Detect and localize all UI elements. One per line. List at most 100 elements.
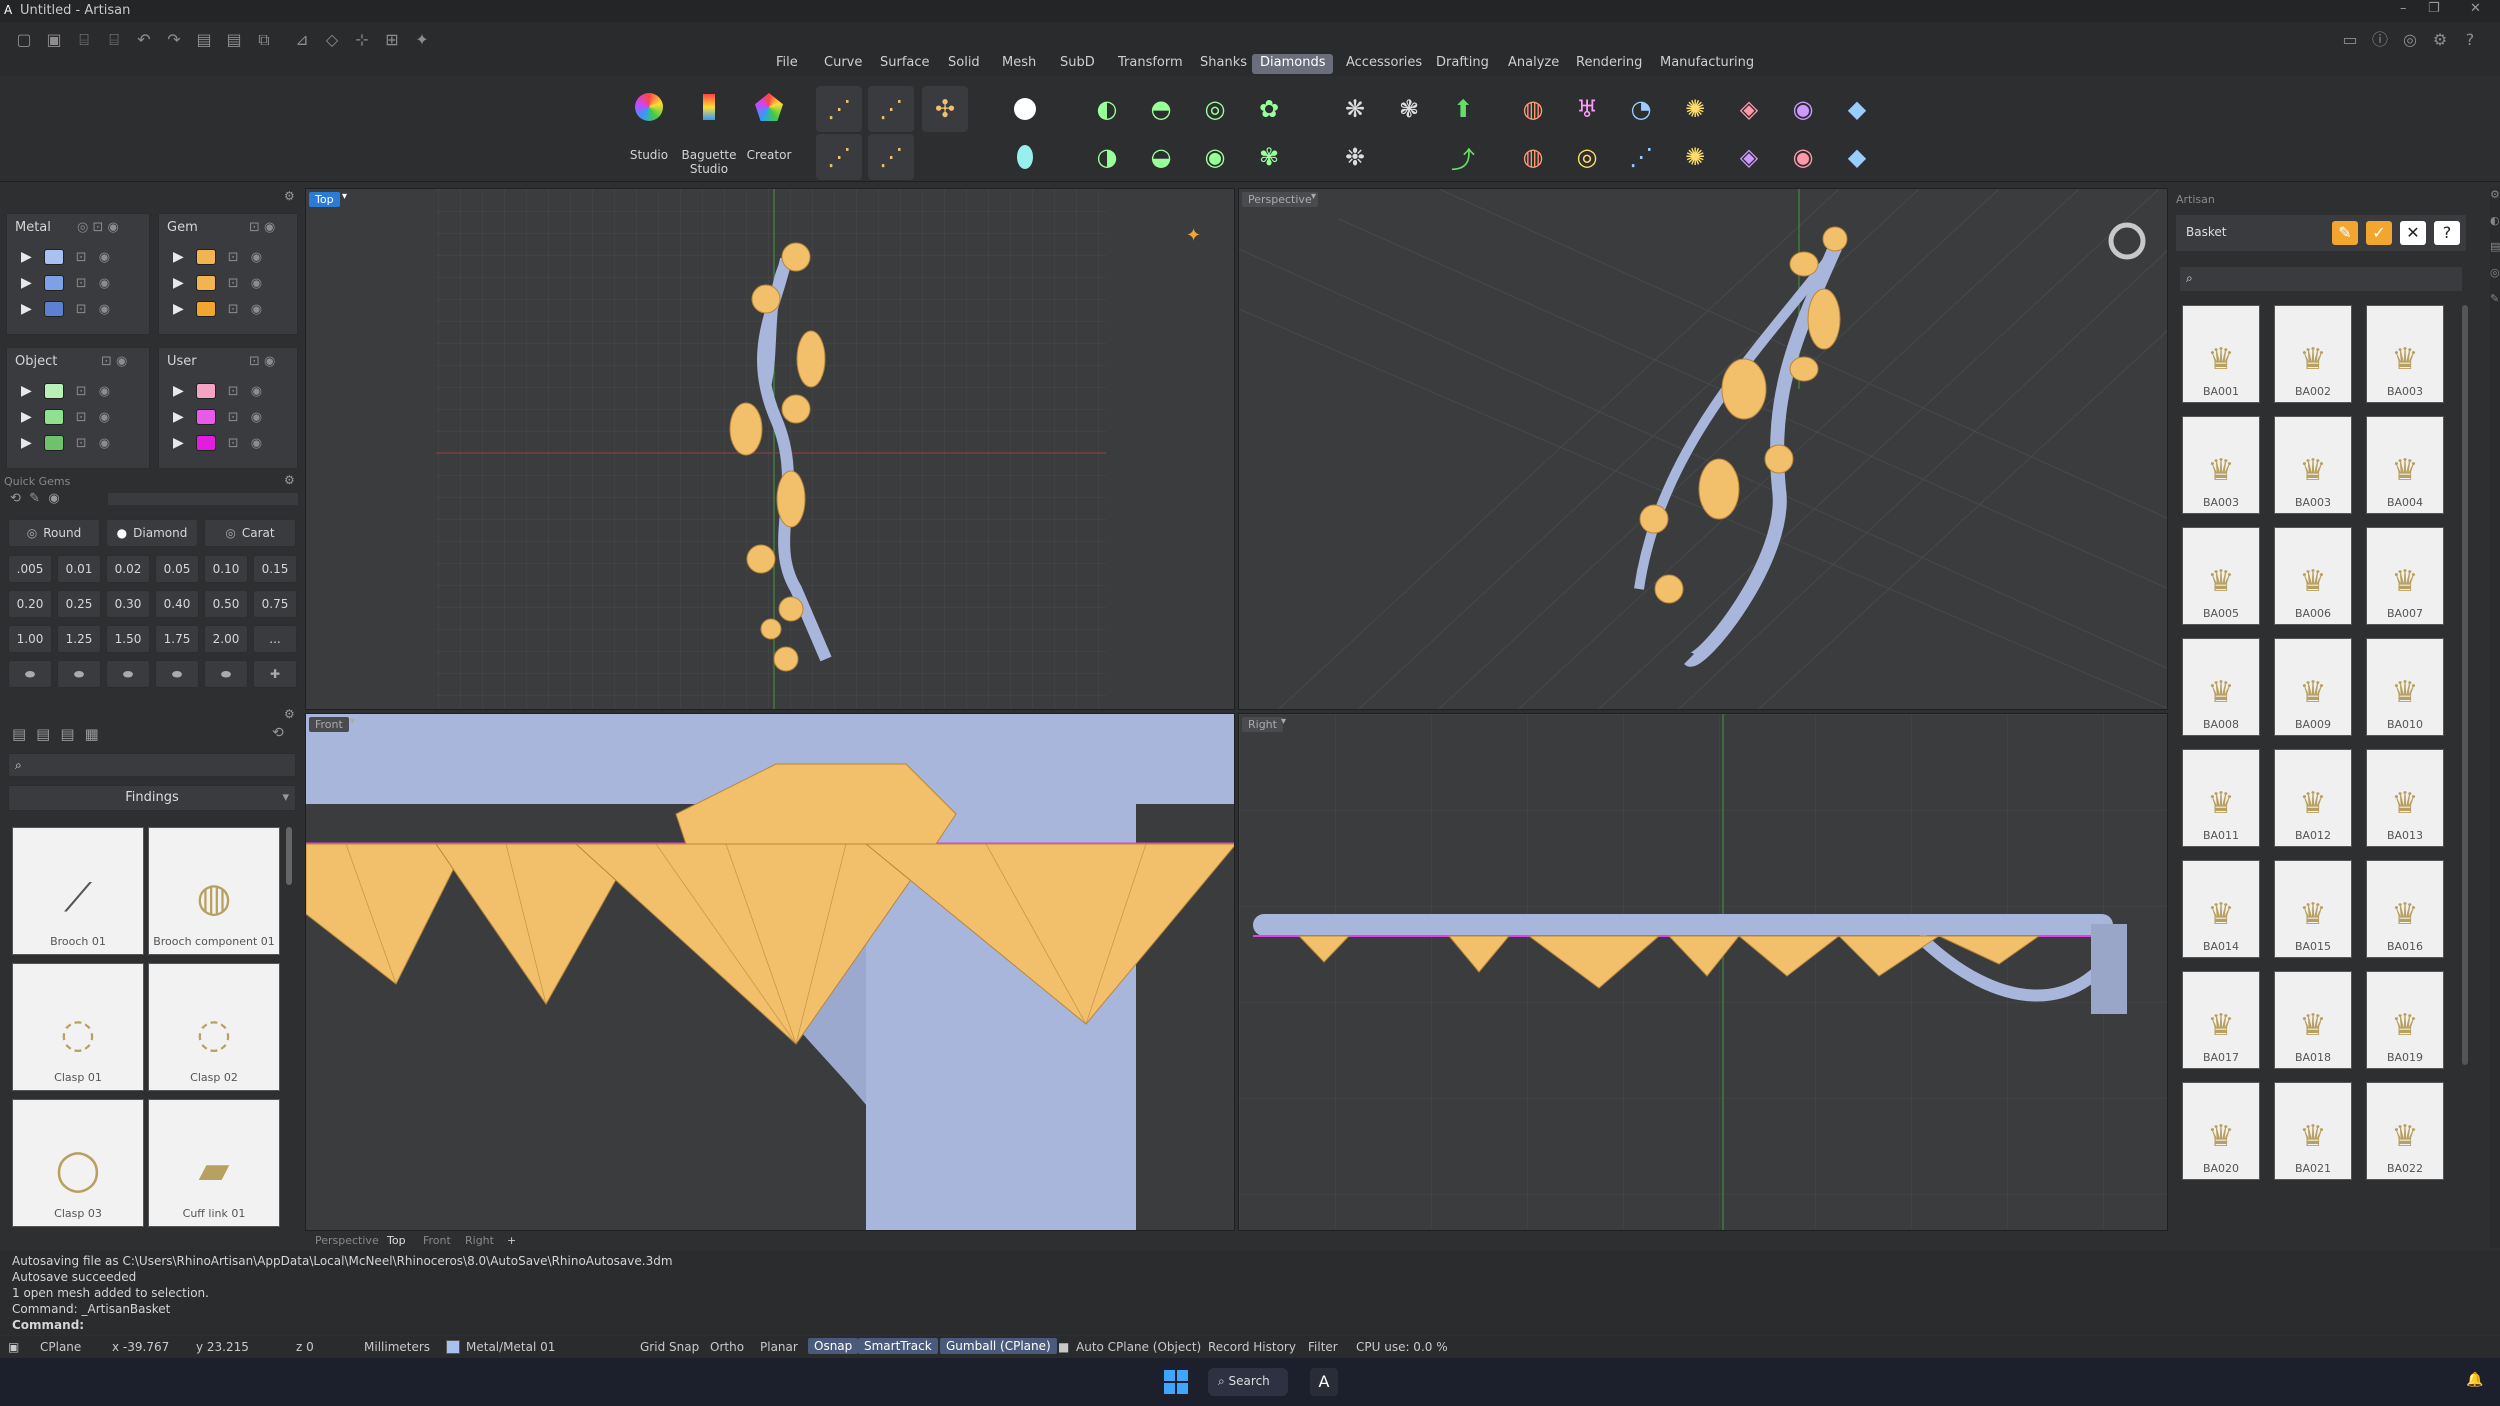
basket-scrollbar[interactable] xyxy=(2462,305,2468,1065)
lock-icon[interactable]: ⊡ xyxy=(228,384,239,399)
close-basket-icon[interactable]: ✕ xyxy=(2400,221,2426,245)
carat-025[interactable]: 0.25 xyxy=(57,590,101,618)
user-layer-row[interactable]: ▶ ⊡ ◉ xyxy=(159,404,299,430)
perspective-viewport-menu-icon[interactable]: ▾ xyxy=(1311,191,1316,202)
artisan-taskbar-icon[interactable]: A xyxy=(1310,1368,1338,1396)
snap-icon[interactable]: ⊹ xyxy=(352,30,372,50)
expand-icon[interactable]: ▶ xyxy=(21,383,32,399)
visible-icon[interactable]: ◉ xyxy=(99,302,110,317)
basket-item[interactable]: ♛ BA010 xyxy=(2366,638,2444,736)
diamond-button[interactable]: ● Diamond xyxy=(106,519,198,547)
library-search-input[interactable]: ⌕ xyxy=(8,753,296,777)
gem-report-icon[interactable]: ◆ xyxy=(1834,86,1880,132)
round-button[interactable]: ◎ Round xyxy=(8,519,100,547)
new-template-icon[interactable]: ▣ xyxy=(44,30,64,50)
minimize-icon[interactable]: – xyxy=(2400,1,2407,16)
ortho-toggle[interactable]: Ortho xyxy=(710,1340,744,1354)
finding-tile[interactable]: ◍ Brooch component 01 xyxy=(148,827,280,955)
basket-item[interactable]: ♛ BA002 xyxy=(2274,305,2352,403)
user-layer-row[interactable]: ▶ ⊡ ◉ xyxy=(159,378,299,404)
layer-color-swatch[interactable] xyxy=(446,1340,460,1354)
micro-pave-icon[interactable]: ❉ xyxy=(1332,134,1378,180)
basket-item[interactable]: ♛ BA018 xyxy=(2274,971,2352,1069)
finding-tile[interactable]: ▰ Cuff link 01 xyxy=(148,1099,280,1227)
basket-item[interactable]: ♛ BA006 xyxy=(2274,527,2352,625)
gem-layer-row[interactable]: ▶ ⊡ ◉ xyxy=(159,296,299,322)
gem-between-icon[interactable]: ⋰ xyxy=(868,86,914,132)
gumball-toggle[interactable]: Gumball (CPlane) xyxy=(940,1338,1057,1354)
library-tool-icons[interactable]: ▤▤▤▦ xyxy=(12,725,109,743)
visible-icon[interactable]: ◉ xyxy=(251,250,262,265)
help-icon[interactable]: ? xyxy=(2460,30,2480,50)
taskbar-search-button[interactable]: ⌕ Search xyxy=(1208,1368,1288,1396)
lock-icon[interactable]: ⊡ xyxy=(76,302,87,317)
perspective-viewport[interactable]: Perspective ▾ xyxy=(1238,188,2168,710)
basket-item[interactable]: ♛ BA003 xyxy=(2182,416,2260,514)
lock-icon[interactable]: ⊡ xyxy=(76,410,87,425)
tab-curve[interactable]: Curve xyxy=(816,54,870,74)
basket-item[interactable]: ♛ BA019 xyxy=(2366,971,2444,1069)
gem-search-icon[interactable]: ◔ xyxy=(1618,86,1664,132)
carat-200[interactable]: 2.00 xyxy=(204,625,248,653)
user-visibility-icon[interactable]: ⊡ ◉ xyxy=(249,354,275,369)
gem-shape-icon[interactable]: ⬬ xyxy=(155,660,199,688)
tab-transform[interactable]: Transform xyxy=(1110,54,1191,74)
metal-layer-row[interactable]: ▶ ⊡ ◉ xyxy=(7,296,151,322)
gem-swatch[interactable] xyxy=(195,275,216,291)
basket-item[interactable]: ♛ BA017 xyxy=(2182,971,2260,1069)
prong-icon[interactable]: ✿ xyxy=(1246,86,1292,132)
gem-swatch[interactable] xyxy=(195,249,216,265)
basket-item[interactable]: ♛ BA007 xyxy=(2366,527,2444,625)
lock-icon[interactable]: ⊡ xyxy=(228,410,239,425)
info-icon[interactable]: ⓘ xyxy=(2370,30,2390,50)
basket-item[interactable]: ♛ BA011 xyxy=(2182,749,2260,847)
finding-tile[interactable]: ◯ Clasp 03 xyxy=(12,1099,144,1227)
right-viewport-label[interactable]: Right xyxy=(1242,717,1283,732)
oval-gem-icon[interactable] xyxy=(1002,134,1048,180)
basket-item[interactable]: ♛ BA001 xyxy=(2182,305,2260,403)
top-viewport-label[interactable]: Top xyxy=(309,192,340,207)
cluster-icon[interactable]: ❃ xyxy=(1386,86,1432,132)
carat-075[interactable]: 0.75 xyxy=(253,590,297,618)
carat-more[interactable]: ... xyxy=(253,625,297,653)
visible-icon[interactable]: ◉ xyxy=(99,436,110,451)
front-viewport-label[interactable]: Front xyxy=(309,717,349,732)
channel-icon[interactable]: ◑ xyxy=(1084,134,1130,180)
object-swatch[interactable] xyxy=(43,409,64,425)
gem-visibility-icon[interactable]: ⊡ ◉ xyxy=(249,220,275,235)
tab-rendering[interactable]: Rendering xyxy=(1568,54,1650,74)
gem-weight-icon[interactable]: ♅ xyxy=(1564,86,1610,132)
basket-item[interactable]: ♛ BA003 xyxy=(2366,305,2444,403)
visible-icon[interactable]: ◉ xyxy=(99,276,110,291)
edit-icon[interactable]: ✎ xyxy=(2332,221,2358,245)
finding-tile[interactable]: ⟋ Brooch 01 xyxy=(12,827,144,955)
open-icon[interactable]: ⌸ xyxy=(74,30,94,50)
gem-shape-icon[interactable]: ⬬ xyxy=(106,660,150,688)
carat-020[interactable]: 0.20 xyxy=(8,590,52,618)
object-layer-row[interactable]: ▶ ⊡ ◉ xyxy=(7,430,151,456)
grid-snap-toggle[interactable]: Grid Snap xyxy=(640,1340,699,1354)
expand-icon[interactable]: ▶ xyxy=(173,435,184,451)
gem-shape-icon[interactable]: ⬬ xyxy=(8,660,52,688)
carat-010[interactable]: 0.10 xyxy=(204,555,248,583)
visible-icon[interactable]: ◉ xyxy=(99,384,110,399)
halo-icon[interactable]: ◎ xyxy=(1192,86,1238,132)
quick-gems-slider[interactable] xyxy=(108,493,298,505)
expand-icon[interactable]: ▶ xyxy=(21,409,32,425)
front-viewport[interactable]: Front ▾ xyxy=(305,713,1235,1231)
carat-005[interactable]: .005 xyxy=(8,555,52,583)
visible-icon[interactable]: ◉ xyxy=(99,250,110,265)
user-swatch[interactable] xyxy=(195,409,216,425)
right-viewport-menu-icon[interactable]: ▾ xyxy=(1281,716,1286,727)
carat-015[interactable]: 0.15 xyxy=(253,555,297,583)
bar-setting-icon[interactable]: ◒ xyxy=(1138,134,1184,180)
tab-accessories[interactable]: Accessories xyxy=(1338,54,1430,74)
save-as-icon[interactable]: ▤ xyxy=(224,30,244,50)
command-prompt[interactable]: Command: xyxy=(12,1318,84,1332)
expand-icon[interactable]: ▶ xyxy=(21,301,32,317)
gem-pair-icon[interactable]: ⋰ xyxy=(868,134,914,180)
basket-item[interactable]: ♛ BA012 xyxy=(2274,749,2352,847)
layout-icon[interactable]: ▭ xyxy=(2340,30,2360,50)
lock-icon[interactable]: ⊡ xyxy=(228,302,239,317)
gem-count-icon[interactable]: ◍ xyxy=(1510,134,1556,180)
